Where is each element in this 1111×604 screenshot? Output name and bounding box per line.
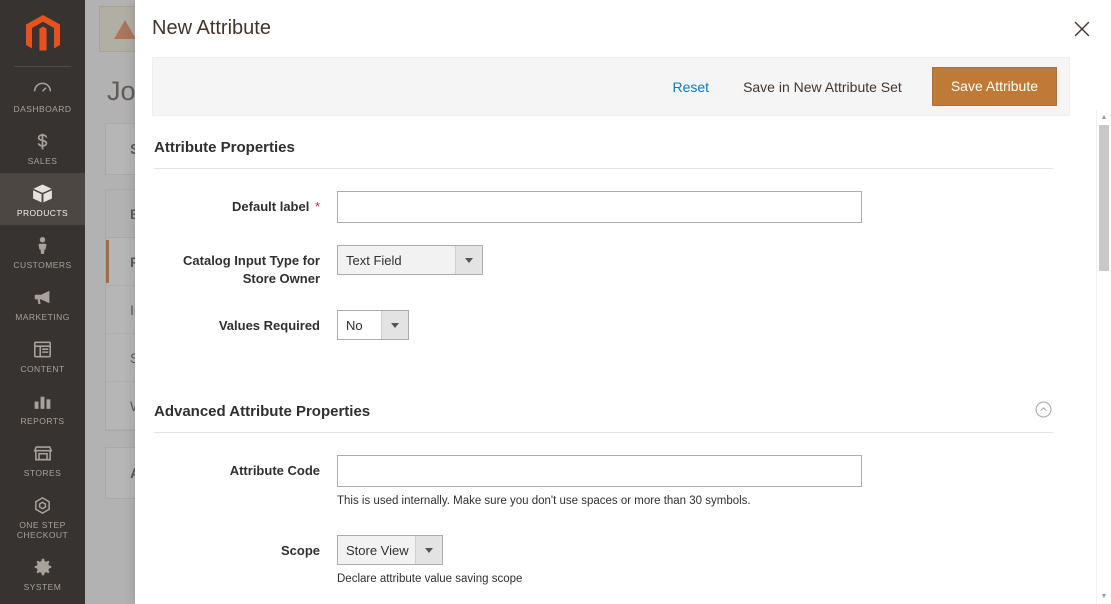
attribute-code-input[interactable] bbox=[337, 455, 862, 487]
scroll-up-button[interactable]: ▲ bbox=[1097, 110, 1111, 125]
section-legend-row: Advanced Attribute Properties bbox=[152, 400, 1070, 434]
close-icon[interactable] bbox=[1065, 12, 1099, 46]
field-control: Text Field bbox=[337, 245, 1070, 275]
sidebar-label: SYSTEM bbox=[23, 582, 62, 592]
field-label-text: Default label bbox=[232, 199, 310, 214]
person-icon bbox=[32, 234, 53, 256]
scope-select[interactable]: Store View bbox=[337, 535, 443, 565]
dashboard-icon bbox=[32, 78, 53, 100]
required-indicator: * bbox=[311, 199, 320, 214]
section-legend: Advanced Attribute Properties bbox=[154, 402, 371, 420]
section-divider bbox=[154, 432, 1053, 433]
bar-chart-icon bbox=[32, 390, 53, 412]
field-control bbox=[337, 191, 1070, 223]
chevron-down-icon bbox=[455, 246, 482, 274]
chevron-up-circle-icon[interactable] bbox=[1034, 400, 1053, 424]
field-note: Declare attribute value saving scope bbox=[337, 573, 523, 585]
sidebar-label: CUSTOMERS bbox=[13, 260, 72, 270]
field-note: This is used internally. Make sure you d… bbox=[337, 495, 751, 507]
sidebar-label: STORES bbox=[23, 468, 62, 478]
sidebar-label: CONTENT bbox=[20, 364, 65, 374]
field-scope: Scope Store View Declare attribute value… bbox=[152, 535, 1070, 587]
magento-logo-icon bbox=[25, 15, 60, 51]
modal-scrollbar[interactable]: ▲ ▼ bbox=[1096, 110, 1111, 604]
dollar-icon bbox=[32, 130, 53, 152]
select-value: Text Field bbox=[338, 246, 455, 274]
sidebar-label: REPORTS bbox=[20, 416, 65, 426]
sidebar-item-one-step-checkout[interactable]: ONE STEP CHECKOUT bbox=[0, 485, 85, 547]
modal-toolbar: Reset Save in New Attribute Set Save Att… bbox=[152, 57, 1070, 116]
modal-content: Reset Save in New Attribute Set Save Att… bbox=[135, 57, 1111, 587]
field-catalog-input-type: Catalog Input Type for Store Owner Text … bbox=[152, 245, 1070, 288]
reset-button[interactable]: Reset bbox=[656, 71, 725, 103]
field-label: Attribute Code bbox=[229, 463, 320, 478]
sidebar-label: MARKETING bbox=[15, 312, 70, 322]
modal-title: New Attribute bbox=[152, 17, 271, 39]
sidebar-label: SALES bbox=[27, 156, 58, 166]
select-value: No bbox=[346, 317, 363, 333]
field-label: Values Required bbox=[218, 318, 320, 333]
catalog-input-type-select[interactable]: Text Field bbox=[337, 245, 483, 275]
hexagon-icon bbox=[32, 494, 53, 516]
screen: DASHBOARD SALES PRODUCTS CUSTOMERS MARKE… bbox=[0, 0, 1111, 604]
scrollbar-thumb[interactable] bbox=[1099, 125, 1109, 271]
field-label: Scope bbox=[280, 543, 320, 558]
sidebar-label: DASHBOARD bbox=[13, 104, 72, 114]
box-icon bbox=[31, 182, 54, 204]
field-default-label: Default label * bbox=[152, 191, 1070, 223]
megaphone-icon bbox=[32, 286, 54, 308]
field-label: Default label * bbox=[152, 191, 337, 216]
default-label-input[interactable] bbox=[337, 191, 862, 223]
scrollbar-track[interactable] bbox=[1097, 125, 1111, 589]
sidebar-item-sales[interactable]: SALES bbox=[0, 121, 85, 173]
field-control: This is used internally. Make sure you d… bbox=[337, 455, 1070, 509]
sidebar-item-dashboard[interactable]: DASHBOARD bbox=[0, 69, 85, 121]
field-control: No bbox=[337, 310, 1070, 340]
sidebar-item-content[interactable]: CONTENT bbox=[0, 329, 85, 381]
new-attribute-modal: New Attribute Reset Save in New Attribut… bbox=[135, 0, 1111, 604]
sidebar-item-stores[interactable]: STORES bbox=[0, 433, 85, 485]
attribute-properties-section: Attribute Properties Default label * Cat… bbox=[152, 139, 1070, 340]
section-divider bbox=[154, 168, 1053, 169]
field-label: Catalog Input Type for Store Owner bbox=[183, 253, 320, 286]
sidebar-item-marketing[interactable]: MARKETING bbox=[0, 277, 85, 329]
magento-logo[interactable] bbox=[0, 4, 85, 66]
modal-header: New Attribute bbox=[135, 0, 1111, 57]
section-legend: Attribute Properties bbox=[154, 139, 295, 156]
admin-sidebar: DASHBOARD SALES PRODUCTS CUSTOMERS MARKE… bbox=[0, 0, 85, 604]
save-attribute-button[interactable]: Save Attribute bbox=[931, 67, 1057, 106]
sidebar-item-system[interactable]: SYSTEM bbox=[0, 547, 85, 599]
chevron-down-icon bbox=[415, 536, 442, 564]
gear-icon bbox=[32, 556, 54, 578]
sidebar-label: PRODUCTS bbox=[16, 208, 69, 218]
sidebar-label: ONE STEP CHECKOUT bbox=[16, 520, 69, 540]
values-required-select[interactable]: No bbox=[337, 310, 409, 340]
chevron-down-icon bbox=[381, 311, 408, 339]
advanced-attribute-properties-section: Advanced Attribute Properties Attribute … bbox=[152, 400, 1070, 587]
storefront-icon bbox=[32, 442, 54, 464]
sidebar-divider bbox=[14, 66, 71, 67]
sidebar-item-products[interactable]: PRODUCTS bbox=[0, 173, 85, 225]
select-value: Store View bbox=[338, 536, 415, 564]
field-control: Store View Declare attribute value savin… bbox=[337, 535, 1070, 587]
save-in-new-attribute-set-button[interactable]: Save in New Attribute Set bbox=[725, 71, 920, 103]
sidebar-item-customers[interactable]: CUSTOMERS bbox=[0, 225, 85, 277]
sidebar-item-reports[interactable]: REPORTS bbox=[0, 381, 85, 433]
scroll-down-button[interactable]: ▼ bbox=[1097, 589, 1111, 604]
page-layout-icon bbox=[32, 338, 53, 360]
field-values-required: Values Required No bbox=[152, 310, 1070, 340]
modal-body: Reset Save in New Attribute Set Save Att… bbox=[135, 57, 1111, 604]
field-attribute-code: Attribute Code This is used internally. … bbox=[152, 455, 1070, 509]
